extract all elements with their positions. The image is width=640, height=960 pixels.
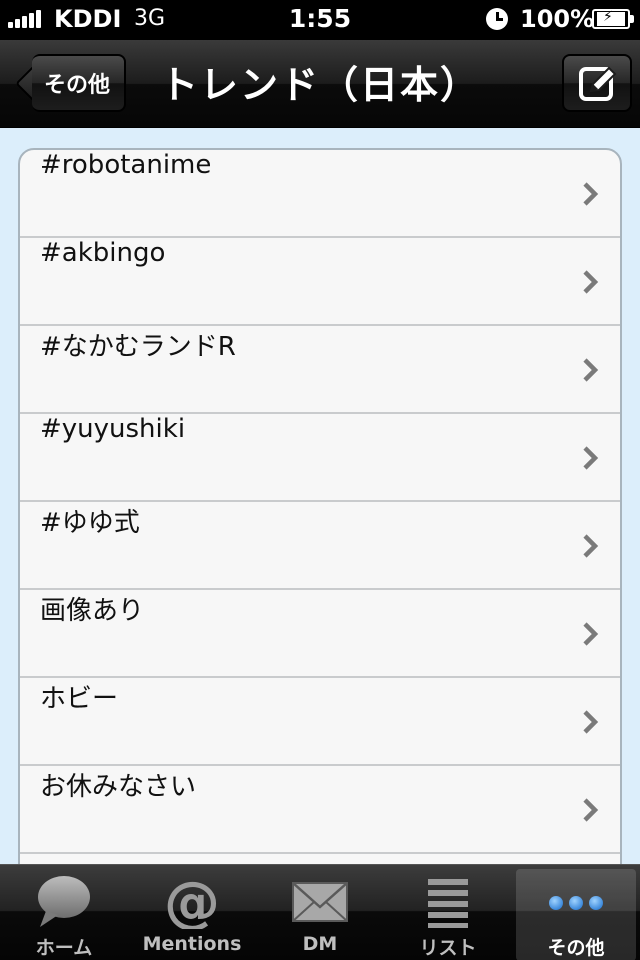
at-sign-icon: @ (164, 873, 220, 929)
tab-lists[interactable]: リスト (384, 865, 512, 960)
list-icon (428, 879, 468, 928)
envelope-icon (292, 882, 348, 922)
tab-label: リスト (419, 937, 477, 959)
trend-row-partial[interactable] (20, 854, 620, 864)
trend-label: ホビー (40, 684, 119, 714)
chevron-right-icon (583, 534, 599, 558)
trend-label: #なかむランドR (40, 332, 236, 362)
navigation-bar: その他 トレンド（日本） (0, 40, 640, 128)
battery-percent: 100% (520, 5, 595, 33)
page-title: トレンド（日本） (159, 63, 480, 107)
trend-row[interactable]: #yuyushiki (20, 414, 620, 502)
tab-label: ホーム (35, 937, 93, 959)
tab-more[interactable]: その他 (512, 865, 640, 960)
tab-label: DM (302, 933, 338, 955)
trend-label: #ゆゆ式 (40, 508, 140, 538)
tab-label: その他 (547, 937, 605, 959)
content-area: #robotanime #akbingo #なかむランドR #yuyushiki… (0, 128, 640, 864)
battery-charging-icon (592, 9, 634, 29)
compose-button[interactable] (562, 54, 632, 112)
tab-label: Mentions (142, 933, 242, 955)
tab-mentions[interactable]: @ Mentions (128, 865, 256, 960)
tab-bar: ホーム @ Mentions DM リスト その他 (0, 864, 640, 960)
trend-row[interactable]: ホビー (20, 678, 620, 766)
trends-list: #robotanime #akbingo #なかむランドR #yuyushiki… (18, 148, 622, 864)
trend-label: #robotanime (40, 150, 212, 180)
chevron-right-icon (583, 798, 599, 822)
speech-bubble-icon (38, 876, 90, 927)
compose-icon (579, 66, 617, 101)
trend-label: お休みなさい (40, 772, 197, 802)
trend-label: #akbingo (40, 238, 166, 268)
chevron-right-icon (583, 446, 599, 470)
chevron-right-icon (583, 710, 599, 734)
status-bar: KDDI 3G 1:55 100% (0, 0, 640, 40)
trend-row[interactable]: #なかむランドR (20, 326, 620, 414)
svg-text:@: @ (164, 873, 220, 929)
trend-label: 画像あり (40, 596, 145, 626)
trend-label: #yuyushiki (40, 414, 186, 444)
chevron-right-icon (583, 358, 599, 382)
trend-row[interactable]: #robotanime (20, 150, 620, 238)
chevron-right-icon (583, 622, 599, 646)
tab-home[interactable]: ホーム (0, 865, 128, 960)
back-button-label: その他 (32, 54, 126, 112)
alarm-clock-icon (486, 8, 508, 30)
trend-row[interactable]: お休みなさい (20, 766, 620, 854)
tab-dm[interactable]: DM (256, 865, 384, 960)
chevron-right-icon (583, 270, 599, 294)
trend-row[interactable]: #akbingo (20, 238, 620, 326)
chevron-right-icon (583, 182, 599, 206)
trend-row[interactable]: #ゆゆ式 (20, 502, 620, 590)
trend-row[interactable]: 画像あり (20, 590, 620, 678)
more-dots-icon (549, 896, 603, 910)
back-button[interactable]: その他 (12, 54, 126, 112)
